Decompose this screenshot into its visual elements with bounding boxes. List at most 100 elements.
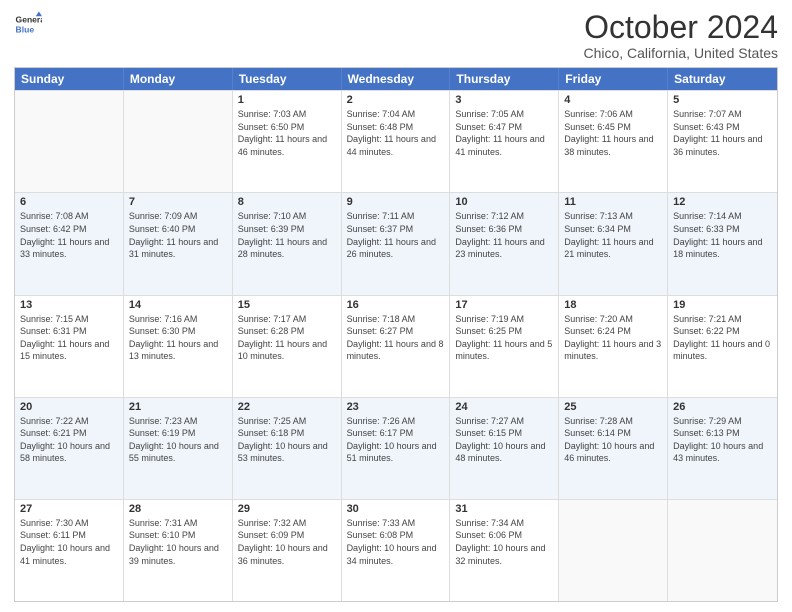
calendar-cell: 3 Sunrise: 7:05 AMSunset: 6:47 PMDaylight… (450, 91, 559, 192)
calendar-cell: 12 Sunrise: 7:14 AMSunset: 6:33 PMDayligh… (668, 193, 777, 294)
cell-info: Sunrise: 7:07 AMSunset: 6:43 PMDaylight:… (673, 108, 772, 158)
cell-info: Sunrise: 7:04 AMSunset: 6:48 PMDaylight:… (347, 108, 445, 158)
calendar-cell: 23 Sunrise: 7:26 AMSunset: 6:17 PMDayligh… (342, 398, 451, 499)
header-day-friday: Friday (559, 68, 668, 90)
month-title: October 2024 (583, 10, 778, 45)
calendar-cell (559, 500, 668, 601)
cell-day-number: 5 (673, 94, 772, 106)
cell-day-number: 7 (129, 196, 227, 208)
cell-day-number: 21 (129, 401, 227, 413)
calendar-header: SundayMondayTuesdayWednesdayThursdayFrid… (15, 68, 777, 90)
cell-day-number: 24 (455, 401, 553, 413)
logo-icon: General Blue (14, 10, 42, 38)
calendar-cell: 11 Sunrise: 7:13 AMSunset: 6:34 PMDayligh… (559, 193, 668, 294)
cell-info: Sunrise: 7:08 AMSunset: 6:42 PMDaylight:… (20, 210, 118, 260)
calendar-body: 1 Sunrise: 7:03 AMSunset: 6:50 PMDaylight… (15, 90, 777, 601)
cell-day-number: 19 (673, 299, 772, 311)
calendar-cell: 28Sunrise: 7:31 AMSunset: 6:10 PMDayligh… (124, 500, 233, 601)
cell-info: Sunrise: 7:14 AMSunset: 6:33 PMDaylight:… (673, 210, 772, 260)
cell-day-number: 14 (129, 299, 227, 311)
cell-info: Sunrise: 7:29 AMSunset: 6:13 PMDaylight:… (673, 415, 772, 465)
cell-day-number: 31 (455, 503, 553, 515)
calendar-row-2: 13 Sunrise: 7:15 AMSunset: 6:31 PMDayligh… (15, 295, 777, 397)
header-day-sunday: Sunday (15, 68, 124, 90)
cell-day-number: 13 (20, 299, 118, 311)
cell-info: Sunrise: 7:27 AMSunset: 6:15 PMDaylight:… (455, 415, 553, 465)
cell-day-number: 17 (455, 299, 553, 311)
cell-day-number: 15 (238, 299, 336, 311)
logo: General Blue General Blue (14, 10, 42, 38)
calendar-cell: 25Sunrise: 7:28 AMSunset: 6:14 PMDayligh… (559, 398, 668, 499)
calendar-cell: 7 Sunrise: 7:09 AMSunset: 6:40 PMDaylight… (124, 193, 233, 294)
calendar: SundayMondayTuesdayWednesdayThursdayFrid… (14, 67, 778, 602)
header-day-wednesday: Wednesday (342, 68, 451, 90)
cell-day-number: 23 (347, 401, 445, 413)
cell-info: Sunrise: 7:16 AMSunset: 6:30 PMDaylight:… (129, 313, 227, 363)
title-block: October 2024 Chico, California, United S… (583, 10, 778, 61)
cell-info: Sunrise: 7:26 AMSunset: 6:17 PMDaylight:… (347, 415, 445, 465)
calendar-cell: 9Sunrise: 7:11 AMSunset: 6:37 PMDaylight… (342, 193, 451, 294)
cell-day-number: 12 (673, 196, 772, 208)
cell-info: Sunrise: 7:33 AMSunset: 6:08 PMDaylight:… (347, 517, 445, 567)
cell-info: Sunrise: 7:19 AMSunset: 6:25 PMDaylight:… (455, 313, 553, 363)
calendar-cell: 29Sunrise: 7:32 AMSunset: 6:09 PMDayligh… (233, 500, 342, 601)
calendar-cell (124, 91, 233, 192)
calendar-row-0: 1 Sunrise: 7:03 AMSunset: 6:50 PMDaylight… (15, 90, 777, 192)
cell-day-number: 1 (238, 94, 336, 106)
calendar-cell: 31Sunrise: 7:34 AMSunset: 6:06 PMDayligh… (450, 500, 559, 601)
calendar-cell: 10Sunrise: 7:12 AMSunset: 6:36 PMDayligh… (450, 193, 559, 294)
cell-day-number: 30 (347, 503, 445, 515)
cell-info: Sunrise: 7:03 AMSunset: 6:50 PMDaylight:… (238, 108, 336, 158)
calendar-cell: 17 Sunrise: 7:19 AMSunset: 6:25 PMDayligh… (450, 296, 559, 397)
calendar-cell: 19 Sunrise: 7:21 AMSunset: 6:22 PMDayligh… (668, 296, 777, 397)
header-day-tuesday: Tuesday (233, 68, 342, 90)
cell-info: Sunrise: 7:30 AMSunset: 6:11 PMDaylight:… (20, 517, 118, 567)
cell-info: Sunrise: 7:21 AMSunset: 6:22 PMDaylight:… (673, 313, 772, 363)
cell-day-number: 29 (238, 503, 336, 515)
cell-info: Sunrise: 7:09 AMSunset: 6:40 PMDaylight:… (129, 210, 227, 260)
cell-day-number: 26 (673, 401, 772, 413)
calendar-cell: 5 Sunrise: 7:07 AMSunset: 6:43 PMDaylight… (668, 91, 777, 192)
svg-text:Blue: Blue (16, 25, 35, 35)
cell-info: Sunrise: 7:28 AMSunset: 6:14 PMDaylight:… (564, 415, 662, 465)
calendar-row-3: 20 Sunrise: 7:22 AMSunset: 6:21 PMDayligh… (15, 397, 777, 499)
cell-day-number: 11 (564, 196, 662, 208)
calendar-cell: 15Sunrise: 7:17 AMSunset: 6:28 PMDayligh… (233, 296, 342, 397)
cell-day-number: 18 (564, 299, 662, 311)
cell-day-number: 3 (455, 94, 553, 106)
cell-info: Sunrise: 7:05 AMSunset: 6:47 PMDaylight:… (455, 108, 553, 158)
header-day-thursday: Thursday (450, 68, 559, 90)
calendar-cell: 22Sunrise: 7:25 AMSunset: 6:18 PMDayligh… (233, 398, 342, 499)
cell-info: Sunrise: 7:13 AMSunset: 6:34 PMDaylight:… (564, 210, 662, 260)
calendar-cell: 8Sunrise: 7:10 AMSunset: 6:39 PMDaylight… (233, 193, 342, 294)
header-day-saturday: Saturday (668, 68, 777, 90)
calendar-cell: 24 Sunrise: 7:27 AMSunset: 6:15 PMDayligh… (450, 398, 559, 499)
cell-day-number: 20 (20, 401, 118, 413)
cell-day-number: 6 (20, 196, 118, 208)
calendar-cell: 20 Sunrise: 7:22 AMSunset: 6:21 PMDayligh… (15, 398, 124, 499)
cell-day-number: 4 (564, 94, 662, 106)
calendar-cell: 4 Sunrise: 7:06 AMSunset: 6:45 PMDaylight… (559, 91, 668, 192)
cell-day-number: 16 (347, 299, 445, 311)
calendar-cell: 14 Sunrise: 7:16 AMSunset: 6:30 PMDayligh… (124, 296, 233, 397)
calendar-cell: 21Sunrise: 7:23 AMSunset: 6:19 PMDayligh… (124, 398, 233, 499)
location: Chico, California, United States (583, 45, 778, 61)
page: General Blue General Blue October 2024 C… (0, 0, 792, 612)
header-day-monday: Monday (124, 68, 233, 90)
cell-info: Sunrise: 7:12 AMSunset: 6:36 PMDaylight:… (455, 210, 553, 260)
calendar-cell: 27Sunrise: 7:30 AMSunset: 6:11 PMDayligh… (15, 500, 124, 601)
cell-day-number: 28 (129, 503, 227, 515)
calendar-cell: 6 Sunrise: 7:08 AMSunset: 6:42 PMDaylight… (15, 193, 124, 294)
cell-info: Sunrise: 7:15 AMSunset: 6:31 PMDaylight:… (20, 313, 118, 363)
cell-day-number: 8 (238, 196, 336, 208)
calendar-cell (668, 500, 777, 601)
header: General Blue General Blue October 2024 C… (14, 10, 778, 61)
cell-info: Sunrise: 7:06 AMSunset: 6:45 PMDaylight:… (564, 108, 662, 158)
calendar-row-1: 6 Sunrise: 7:08 AMSunset: 6:42 PMDaylight… (15, 192, 777, 294)
calendar-cell: 13 Sunrise: 7:15 AMSunset: 6:31 PMDayligh… (15, 296, 124, 397)
calendar-cell (15, 91, 124, 192)
cell-info: Sunrise: 7:18 AMSunset: 6:27 PMDaylight:… (347, 313, 445, 363)
calendar-cell: 30 Sunrise: 7:33 AMSunset: 6:08 PMDayligh… (342, 500, 451, 601)
cell-info: Sunrise: 7:22 AMSunset: 6:21 PMDaylight:… (20, 415, 118, 465)
cell-day-number: 22 (238, 401, 336, 413)
